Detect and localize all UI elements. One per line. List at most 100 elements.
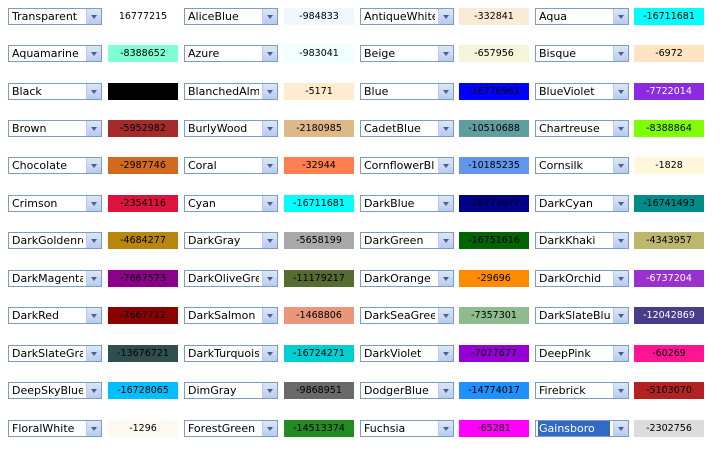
- color-select-coral[interactable]: Coral: [184, 157, 278, 174]
- chevron-down-icon[interactable]: [438, 233, 453, 248]
- chevron-down-icon[interactable]: [86, 346, 101, 361]
- color-select-black[interactable]: Black: [8, 83, 102, 100]
- color-select-deepskyblue[interactable]: DeepSkyBlue: [8, 382, 102, 399]
- chevron-down-icon[interactable]: [262, 383, 277, 398]
- color-select-darkslateblue[interactable]: DarkSlateBlue: [535, 307, 629, 324]
- chevron-down-icon[interactable]: [613, 158, 628, 173]
- color-select-cyan[interactable]: Cyan: [184, 195, 278, 212]
- chevron-down-icon[interactable]: [438, 84, 453, 99]
- chevron-down-icon[interactable]: [613, 46, 628, 61]
- chevron-down-icon[interactable]: [438, 383, 453, 398]
- color-swatch-darkred: -7667712: [108, 307, 178, 324]
- chevron-down-icon[interactable]: [438, 271, 453, 286]
- color-select-darkolivegreen[interactable]: DarkOliveGreen: [184, 270, 278, 287]
- color-select-dodgerblue[interactable]: DodgerBlue: [360, 382, 454, 399]
- chevron-down-icon[interactable]: [262, 308, 277, 323]
- color-select-chocolate[interactable]: Chocolate: [8, 157, 102, 174]
- chevron-down-icon[interactable]: [86, 308, 101, 323]
- color-select-transparent[interactable]: Transparent: [8, 8, 102, 25]
- chevron-down-icon[interactable]: [613, 84, 628, 99]
- chevron-down-icon[interactable]: [86, 9, 101, 24]
- chevron-down-icon[interactable]: [262, 346, 277, 361]
- chevron-down-icon[interactable]: [438, 158, 453, 173]
- chevron-down-icon[interactable]: [262, 158, 277, 173]
- chevron-down-icon[interactable]: [613, 196, 628, 211]
- color-select-darkslategray[interactable]: DarkSlateGray: [8, 345, 102, 362]
- chevron-down-icon[interactable]: [438, 308, 453, 323]
- chevron-down-icon[interactable]: [438, 196, 453, 211]
- color-select-value: DarkCyan: [539, 197, 594, 210]
- color-select-blanchedalmond[interactable]: BlanchedAlmor: [184, 83, 278, 100]
- color-select-chartreuse[interactable]: Chartreuse: [535, 120, 629, 137]
- color-select-gainsboro[interactable]: Gainsboro: [535, 420, 629, 437]
- chevron-down-icon[interactable]: [262, 46, 277, 61]
- color-select-antiquewhite[interactable]: AntiqueWhite: [360, 8, 454, 25]
- color-select-darkviolet[interactable]: DarkViolet: [360, 345, 454, 362]
- color-select-beige[interactable]: Beige: [360, 45, 454, 62]
- color-select-darkcyan[interactable]: DarkCyan: [535, 195, 629, 212]
- chevron-down-icon[interactable]: [438, 346, 453, 361]
- color-select-crimson[interactable]: Crimson: [8, 195, 102, 212]
- color-select-bisque[interactable]: Bisque: [535, 45, 629, 62]
- color-select-forestgreen[interactable]: ForestGreen: [184, 420, 278, 437]
- chevron-down-icon[interactable]: [86, 196, 101, 211]
- chevron-down-icon[interactable]: [86, 121, 101, 136]
- color-select-blue[interactable]: Blue: [360, 83, 454, 100]
- chevron-down-icon[interactable]: [613, 271, 628, 286]
- color-select-darkred[interactable]: DarkRed: [8, 307, 102, 324]
- color-select-floralwhite[interactable]: FloralWhite: [8, 420, 102, 437]
- chevron-down-icon[interactable]: [613, 346, 628, 361]
- color-select-darkorchid[interactable]: DarkOrchid: [535, 270, 629, 287]
- color-select-darkseagreen[interactable]: DarkSeaGreen: [360, 307, 454, 324]
- chevron-down-icon[interactable]: [262, 196, 277, 211]
- color-select-aquamarine[interactable]: Aquamarine: [8, 45, 102, 62]
- chevron-down-icon[interactable]: [613, 9, 628, 24]
- color-select-darkturquoise[interactable]: DarkTurquoise: [184, 345, 278, 362]
- color-select-darkgray[interactable]: DarkGray: [184, 232, 278, 249]
- chevron-down-icon[interactable]: [86, 383, 101, 398]
- chevron-down-icon[interactable]: [438, 46, 453, 61]
- color-select-cadetblue[interactable]: CadetBlue: [360, 120, 454, 137]
- color-select-darkgreen[interactable]: DarkGreen: [360, 232, 454, 249]
- color-select-dimgray[interactable]: DimGray: [184, 382, 278, 399]
- color-select-darkkhaki[interactable]: DarkKhaki: [535, 232, 629, 249]
- chevron-down-icon[interactable]: [613, 383, 628, 398]
- chevron-down-icon[interactable]: [86, 158, 101, 173]
- chevron-down-icon[interactable]: [262, 233, 277, 248]
- color-swatch-darkblue: -16777077: [459, 195, 529, 212]
- color-select-cornflowerblue[interactable]: CornflowerBlue: [360, 157, 454, 174]
- color-select-darkgoldenrod[interactable]: DarkGoldenrod: [8, 232, 102, 249]
- chevron-down-icon[interactable]: [262, 271, 277, 286]
- chevron-down-icon[interactable]: [613, 308, 628, 323]
- color-select-brown[interactable]: Brown: [8, 120, 102, 137]
- chevron-down-icon[interactable]: [262, 121, 277, 136]
- color-select-darkorange[interactable]: DarkOrange: [360, 270, 454, 287]
- color-select-firebrick[interactable]: Firebrick: [535, 382, 629, 399]
- color-swatch-chartreuse: -8388864: [634, 120, 704, 137]
- chevron-down-icon[interactable]: [86, 46, 101, 61]
- color-select-darkblue[interactable]: DarkBlue: [360, 195, 454, 212]
- color-select-deeppink[interactable]: DeepPink: [535, 345, 629, 362]
- color-select-azure[interactable]: Azure: [184, 45, 278, 62]
- chevron-down-icon[interactable]: [262, 9, 277, 24]
- color-select-darksalmon[interactable]: DarkSalmon: [184, 307, 278, 324]
- color-select-cornsilk[interactable]: Cornsilk: [535, 157, 629, 174]
- chevron-down-icon[interactable]: [613, 121, 628, 136]
- chevron-down-icon[interactable]: [262, 84, 277, 99]
- chevron-down-icon[interactable]: [262, 421, 277, 436]
- chevron-down-icon[interactable]: [86, 421, 101, 436]
- chevron-down-icon[interactable]: [613, 233, 628, 248]
- color-select-aqua[interactable]: Aqua: [535, 8, 629, 25]
- color-select-burlywood[interactable]: BurlyWood: [184, 120, 278, 137]
- chevron-down-icon[interactable]: [613, 421, 628, 436]
- chevron-down-icon[interactable]: [438, 121, 453, 136]
- chevron-down-icon[interactable]: [438, 421, 453, 436]
- color-select-aliceblue[interactable]: AliceBlue: [184, 8, 278, 25]
- chevron-down-icon[interactable]: [86, 233, 101, 248]
- chevron-down-icon[interactable]: [86, 271, 101, 286]
- color-select-blueviolet[interactable]: BlueViolet: [535, 83, 629, 100]
- chevron-down-icon[interactable]: [86, 84, 101, 99]
- color-select-darkmagenta[interactable]: DarkMagenta: [8, 270, 102, 287]
- chevron-down-icon[interactable]: [438, 9, 453, 24]
- color-select-fuchsia[interactable]: Fuchsia: [360, 420, 454, 437]
